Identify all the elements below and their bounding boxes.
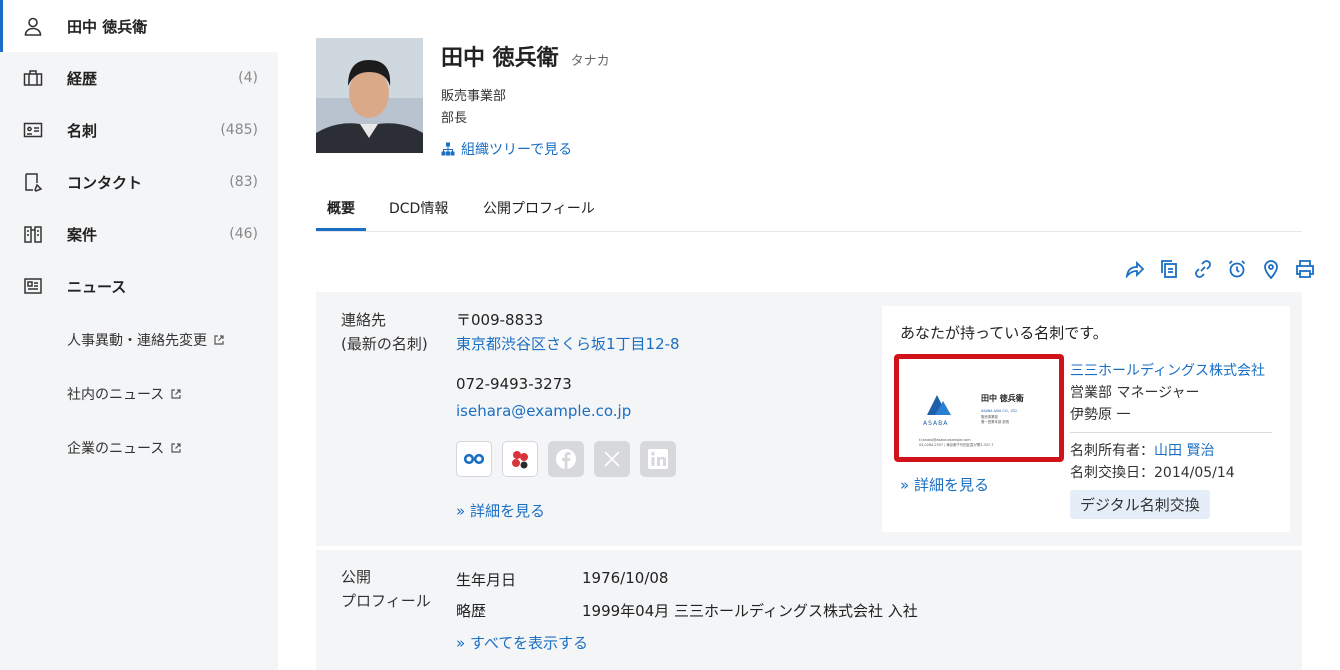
job-title: 部長 <box>441 111 468 126</box>
tab-dcd-info[interactable]: DCD情報 <box>389 190 448 231</box>
card-exchange-date: 名刺交換日：2014/05/14 <box>1070 465 1235 481</box>
flower-app-icon[interactable] <box>502 441 538 477</box>
birthday-value: 1976/10/08 <box>582 569 669 587</box>
count-badge: (4) <box>238 70 258 86</box>
news-link-company[interactable]: 企業のニュース <box>67 438 182 458</box>
contact-label-line2: (最新の名刺) <box>341 335 428 353</box>
sidebar-item-person[interactable]: 田中 徳兵衛 <box>0 0 278 52</box>
card-dept-line: 販売事業部 <box>981 414 999 419</box>
sidebar-item-label: 案件 <box>67 225 98 244</box>
external-link-icon <box>171 389 181 399</box>
sidebar-item-label: 田中 徳兵衛 <box>67 17 148 36</box>
sidebar-item-label: 名刺 <box>67 121 98 140</box>
card-logo-text: ASABA <box>923 420 948 427</box>
postal-code: 〒009-8833 <box>456 311 544 329</box>
external-link-icon <box>171 443 181 453</box>
x-twitter-icon[interactable] <box>594 441 630 477</box>
news-link-personnel[interactable]: 人事異動・連絡先変更 <box>67 330 225 350</box>
card-owner-link[interactable]: 山田 賢治 <box>1154 443 1214 459</box>
public-profile-label-line2: プロフィール <box>341 592 431 610</box>
card-company-link[interactable]: 三三ホールディングス株式会社 <box>1070 360 1265 380</box>
person-name: 田中 徳兵衛 <box>441 46 559 71</box>
sidebar-item-label: コンタクト <box>67 173 143 192</box>
print-icon[interactable] <box>1294 258 1316 280</box>
history-value: 1999年04月 三三ホールディングス株式会社 入社 <box>582 602 918 620</box>
facebook-icon[interactable] <box>548 441 584 477</box>
phone-number: 072-9493-3273 <box>456 375 572 393</box>
card-person-name: 田中 徳兵衛 <box>981 393 1024 403</box>
person-kana: タナカ <box>570 54 610 69</box>
sidebar-item-news[interactable]: ニュース <box>0 260 278 312</box>
card-email-line: t.tanaka@asaba.example.com <box>919 438 971 442</box>
count-badge: (83) <box>229 174 258 190</box>
business-card-graphic: ASABA 田中 徳兵衛 ASABA ASIA CO., LTD 販売事業部 第… <box>899 359 1059 457</box>
action-toolbar <box>1124 258 1316 280</box>
public-profile-label-line1: 公開 <box>341 568 372 586</box>
news-link-internal[interactable]: 社内のニュース <box>67 384 182 404</box>
contact-label: 連絡先 (最新の名刺) <box>341 308 428 356</box>
person-icon <box>22 15 44 37</box>
name-row: 田中 徳兵衛 タナカ <box>441 40 610 72</box>
card-person: 伊勢原 一 <box>1070 407 1131 423</box>
business-card-image[interactable]: ASABA 田中 徳兵衛 ASABA ASIA CO., LTD 販売事業部 第… <box>894 354 1064 462</box>
department: 販売事業部 <box>441 89 507 104</box>
birthday-label: 生年月日 <box>456 571 517 589</box>
sidebar-item-cards[interactable]: 名刺 (485) <box>0 104 278 156</box>
news-link-label: 人事異動・連絡先変更 <box>67 333 207 349</box>
sidebar: 田中 徳兵衛 経歴 (4) 名刺 (485) コンタクト (83) 案件 (46… <box>0 0 278 670</box>
card-owner-label: 名刺所有者： <box>1070 443 1154 459</box>
card-company-en: ASABA ASIA CO., LTD <box>981 409 1017 413</box>
email-link[interactable]: isehara@example.co.jp <box>456 402 631 420</box>
news-link-label: 社内のニュース <box>67 387 165 403</box>
history-label: 略歴 <box>456 602 487 620</box>
card-heading: あなたが持っている名刺です。 <box>900 324 1108 342</box>
news-icon <box>22 275 44 297</box>
link-icon[interactable] <box>1192 258 1214 280</box>
count-badge: (485) <box>220 122 258 138</box>
linkedin-icon[interactable] <box>640 441 676 477</box>
business-card-box: あなたが持っている名刺です。 ASABA 田中 徳兵衛 ASABA ASIA C… <box>882 306 1290 532</box>
org-tree-icon <box>441 142 455 156</box>
card-owner: 名刺所有者：山田 賢治 <box>1070 440 1214 460</box>
sidebar-item-career[interactable]: 経歴 (4) <box>0 52 278 104</box>
business-card-icon <box>22 119 44 141</box>
address-link[interactable]: 東京都渋谷区さくら坂1丁目12-8 <box>456 333 680 354</box>
contact-label-line1: 連絡先 <box>341 311 387 329</box>
tab-bar: 概要 DCD情報 公開プロフィール <box>316 190 1302 232</box>
tab-overview[interactable]: 概要 <box>316 190 366 231</box>
public-profile-label: 公開 プロフィール <box>341 565 431 613</box>
social-links <box>456 441 676 477</box>
news-link-label: 企業のニュース <box>67 441 165 457</box>
copy-icon[interactable] <box>1158 258 1180 280</box>
card-detail-link[interactable]: » 詳細を見る <box>900 474 989 495</box>
card-address-line: 03-0284-2357 / 東京都千代田区霞が関3-337-7 <box>919 442 993 447</box>
profile-photo <box>316 38 423 153</box>
sidebar-item-label: ニュース <box>67 277 127 296</box>
building-icon <box>22 223 44 245</box>
org-tree-link[interactable]: 組織ツリーで見る <box>441 139 572 159</box>
share-icon[interactable] <box>1124 258 1146 280</box>
contact-note-icon <box>22 171 44 193</box>
tab-public-profile[interactable]: 公開プロフィール <box>483 190 595 231</box>
sidebar-item-deals[interactable]: 案件 (46) <box>0 208 278 260</box>
card-position: 営業部 マネージャー <box>1070 385 1200 401</box>
org-tree-link-label: 組織ツリーで見る <box>461 142 573 158</box>
card-title-line: 第一営業本部 部長 <box>981 419 1010 424</box>
sidebar-item-contact[interactable]: コンタクト (83) <box>0 156 278 208</box>
briefcase-icon <box>22 67 44 89</box>
divider <box>1070 432 1272 433</box>
show-all-link[interactable]: » すべてを表示する <box>456 632 588 653</box>
external-link-icon <box>214 335 224 345</box>
location-icon[interactable] <box>1260 258 1282 280</box>
digital-exchange-badge: デジタル名刺交換 <box>1070 490 1210 519</box>
count-badge: (46) <box>229 226 258 242</box>
contact-detail-link[interactable]: » 詳細を見る <box>456 500 545 521</box>
sidebar-item-label: 経歴 <box>67 69 98 88</box>
eight-icon[interactable] <box>456 441 492 477</box>
alarm-icon[interactable] <box>1226 258 1248 280</box>
